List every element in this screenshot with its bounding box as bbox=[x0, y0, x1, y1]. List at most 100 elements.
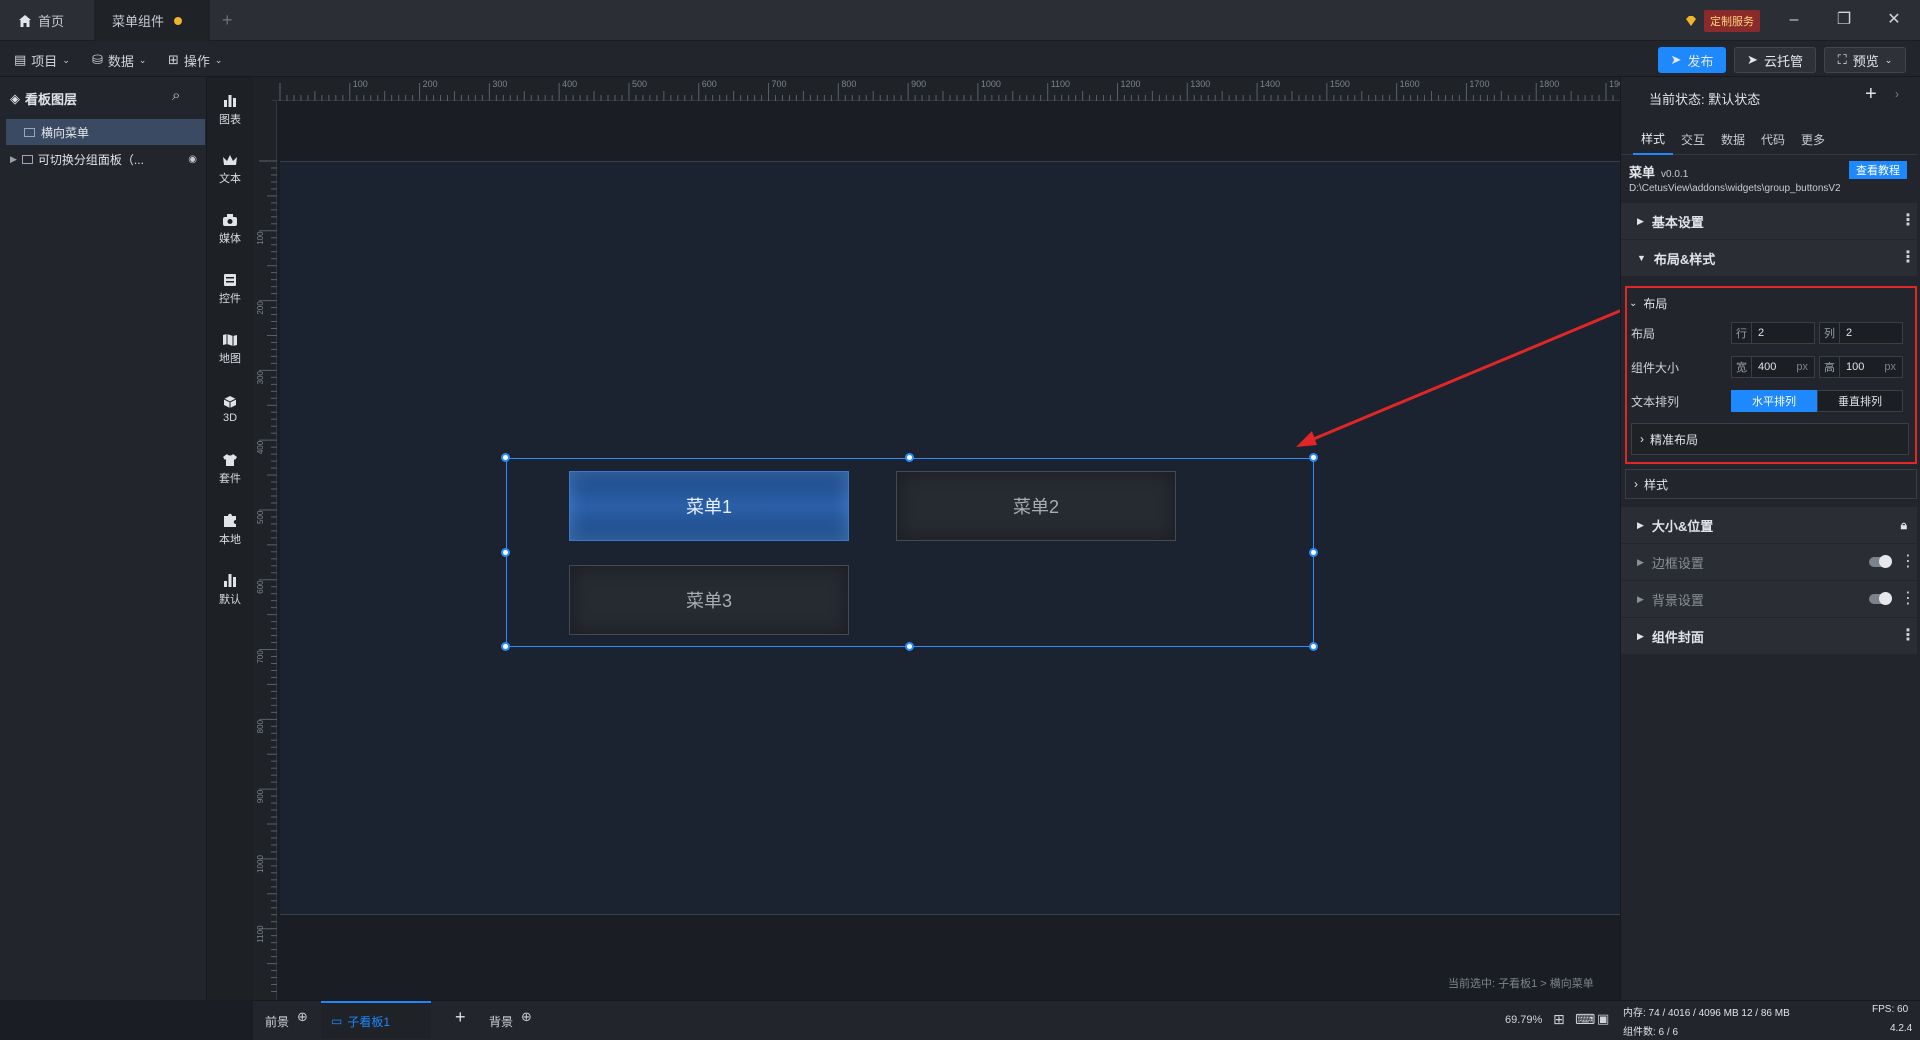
ruler-left: 100 200 300 400 500 600 700 800 900 1000 1100 bbox=[253, 77, 277, 1000]
publish-button[interactable]: ➤ 发布 bbox=[1658, 47, 1726, 73]
resize-handle-left[interactable] bbox=[501, 548, 510, 557]
minimize-icon[interactable]: – bbox=[1780, 8, 1808, 32]
tab-more[interactable]: 更多 bbox=[1793, 123, 1833, 155]
chevron-down-icon: ⌄ bbox=[138, 54, 147, 65]
add-background-icon[interactable]: ⊕ bbox=[521, 1009, 532, 1025]
tool-media[interactable]: 媒体 bbox=[207, 203, 253, 255]
ruler-label: 1600 bbox=[1400, 79, 1420, 89]
fit-screen-icon[interactable]: ⊞ bbox=[1553, 1011, 1565, 1028]
zoom-level[interactable]: 69.79% bbox=[1505, 1014, 1542, 1026]
preview-button[interactable]: ⛶ 预览 ⌄ bbox=[1824, 47, 1906, 73]
tool-text-label: 文本 bbox=[219, 172, 241, 185]
tool-local[interactable]: 本地 bbox=[207, 503, 253, 555]
eye-off-icon[interactable]: ◉ bbox=[188, 154, 197, 165]
section-size-position[interactable]: ▶ 大小&位置 🔒︎ bbox=[1621, 507, 1917, 543]
horizontal-arrange-button[interactable]: 水平排列 bbox=[1731, 390, 1817, 412]
row-prefix: 行 bbox=[1732, 323, 1752, 343]
more-icon[interactable]: ⋮ bbox=[1900, 250, 1916, 266]
tab-home[interactable]: 首页 bbox=[0, 0, 92, 41]
menu-button-1[interactable]: 菜单1 bbox=[569, 471, 849, 541]
send-icon: ➤ bbox=[1747, 52, 1758, 67]
more-icon[interactable]: ⋮ bbox=[1900, 628, 1916, 644]
resize-handle-right[interactable] bbox=[1309, 548, 1318, 557]
tab-code[interactable]: 代码 bbox=[1753, 123, 1793, 155]
section-layout-style[interactable]: ▼ 布局&样式 ⋮ bbox=[1621, 240, 1917, 276]
section-basic-settings[interactable]: ▶ 基本设置 ⋮ bbox=[1621, 203, 1917, 239]
height-prefix: 高 bbox=[1820, 357, 1840, 377]
keyboard-icon[interactable]: ⌨ bbox=[1575, 1011, 1595, 1028]
more-icon[interactable]: ⋮ bbox=[1900, 591, 1916, 607]
resize-handle-bottom[interactable] bbox=[905, 642, 914, 651]
tool-control[interactable]: 控件 bbox=[207, 263, 253, 315]
tab-sub-board[interactable]: ▭ 子看板1 bbox=[321, 1001, 431, 1039]
col-input[interactable]: 列 2 bbox=[1819, 322, 1903, 344]
close-icon[interactable]: ✕ bbox=[1880, 8, 1908, 32]
tab-menu-component[interactable]: 菜单组件 bbox=[94, 0, 210, 41]
menu-operate[interactable]: ⊞ 操作 ⌄ bbox=[168, 49, 222, 71]
diamond-icon bbox=[1686, 16, 1696, 26]
tool-map-label: 地图 bbox=[219, 352, 241, 365]
more-icon[interactable]: ⋮ bbox=[1900, 554, 1916, 570]
tool-default[interactable]: 默认 bbox=[207, 563, 253, 615]
search-icon[interactable]: ⌕ bbox=[172, 87, 180, 104]
resize-handle-top[interactable] bbox=[905, 453, 914, 462]
height-value: 100 bbox=[1846, 361, 1865, 373]
ruler-label: 1200 bbox=[1120, 79, 1140, 89]
menu-button-3[interactable]: 菜单3 bbox=[569, 565, 849, 635]
resize-handle-top-left[interactable] bbox=[501, 453, 510, 462]
restore-icon[interactable]: ❐ bbox=[1830, 8, 1858, 32]
subsection-layout[interactable]: ⌄ 布局 bbox=[1629, 290, 1913, 316]
menu-button-2[interactable]: 菜单2 bbox=[896, 471, 1176, 541]
section-size-position-label: 大小&位置 bbox=[1651, 518, 1714, 534]
tab-more-label: 更多 bbox=[1800, 132, 1825, 147]
subsection-style[interactable]: › 样式 bbox=[1625, 469, 1917, 499]
layer-item-horizontal-menu[interactable]: 横向菜单 bbox=[6, 119, 205, 145]
tab-style[interactable]: 样式 bbox=[1633, 123, 1673, 155]
add-board-icon[interactable]: + bbox=[455, 1007, 466, 1028]
tool-text[interactable]: 文本 bbox=[207, 143, 253, 195]
toggle-switch[interactable] bbox=[1869, 555, 1892, 568]
add-state-icon[interactable]: + bbox=[1865, 83, 1877, 106]
section-border-settings[interactable]: ▶ 边框设置 ⋮ bbox=[1621, 544, 1917, 580]
tool-chart[interactable]: 图表 bbox=[207, 83, 253, 135]
precise-layout-row[interactable]: › 精准布局 bbox=[1631, 423, 1909, 455]
tab-interaction[interactable]: 交互 bbox=[1673, 123, 1713, 155]
add-foreground-icon[interactable]: ⊕ bbox=[297, 1009, 308, 1025]
bottom-bar: 前景 ⊕ ▭ 子看板1 + 背景 ⊕ 69.79% ⊞ ⌨ ▣ bbox=[253, 1000, 1620, 1040]
tutorial-button[interactable]: 查看教程 bbox=[1849, 161, 1907, 179]
cloud-hosting-button[interactable]: ➤ 云托管 bbox=[1734, 47, 1816, 73]
menu-project[interactable]: ▤ 项目 ⌄ bbox=[14, 49, 70, 71]
ruler-label: 200 bbox=[423, 79, 438, 89]
ruler-label: 500 bbox=[632, 79, 647, 89]
toggle-switch[interactable] bbox=[1869, 592, 1892, 605]
tab-background[interactable]: 背景 bbox=[489, 1013, 513, 1030]
row-value: 2 bbox=[1758, 327, 1765, 339]
terminal-icon[interactable]: ▣ bbox=[1597, 1011, 1609, 1027]
more-icon[interactable]: ⋮ bbox=[1900, 213, 1916, 229]
resize-handle-bottom-right[interactable] bbox=[1309, 642, 1318, 651]
new-tab-icon[interactable]: + bbox=[222, 10, 233, 31]
width-input[interactable]: 宽 400 px bbox=[1731, 356, 1815, 378]
row-input[interactable]: 行 2 bbox=[1731, 322, 1815, 344]
section-background-settings[interactable]: ▶ 背景设置 ⋮ bbox=[1621, 581, 1917, 617]
vertical-arrange-button[interactable]: 垂直排列 bbox=[1817, 390, 1903, 412]
tab-foreground[interactable]: 前景 bbox=[265, 1013, 289, 1030]
tool-map[interactable]: 地图 bbox=[207, 323, 253, 375]
chevron-right-icon[interactable]: › bbox=[1895, 87, 1899, 101]
chevron-right-icon: › bbox=[1640, 432, 1644, 446]
tab-sub-board-label: 子看板1 bbox=[347, 1014, 391, 1029]
publish-label: 发布 bbox=[1687, 53, 1714, 69]
ruler-label: 1000 bbox=[981, 79, 1001, 89]
custom-service-button[interactable]: 定制服务 bbox=[1684, 10, 1760, 32]
tab-data[interactable]: 数据 bbox=[1713, 123, 1753, 155]
section-component-cover[interactable]: ▶ 组件封面 ⋮ bbox=[1621, 618, 1917, 654]
menu-data[interactable]: ⛁ 数据 ⌄ bbox=[92, 49, 146, 71]
lock-icon[interactable]: 🔒︎ bbox=[1901, 518, 1907, 533]
resize-handle-bottom-left[interactable] bbox=[501, 642, 510, 651]
layer-item-switch-panel[interactable]: ▶ 可切换分组面板（... ◉ bbox=[6, 147, 205, 171]
tool-3d[interactable]: 3D bbox=[207, 383, 253, 435]
fullscreen-icon: ⛶ bbox=[1837, 52, 1847, 67]
tool-suite[interactable]: 套件 bbox=[207, 443, 253, 495]
height-input[interactable]: 高 100 px bbox=[1819, 356, 1903, 378]
layers-panel: ◈ 看板图层 ⌕ 横向菜单 ▶ 可切换分组面板（... ◉ bbox=[0, 77, 207, 1000]
